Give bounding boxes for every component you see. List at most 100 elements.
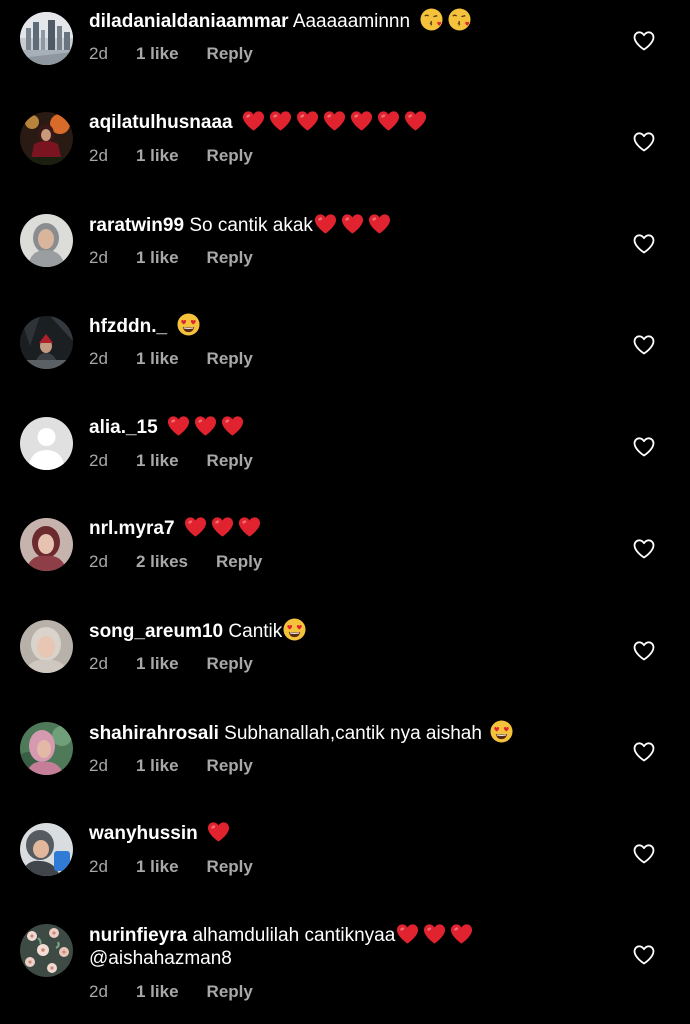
- avatar[interactable]: [20, 722, 73, 775]
- comment-meta: 2d 1 like Reply: [89, 450, 253, 472]
- comment-username[interactable]: wanyhussin: [89, 823, 198, 844]
- avatar[interactable]: [20, 12, 73, 65]
- avatar-image: [20, 518, 73, 571]
- comment-likes[interactable]: 2 likes: [136, 551, 188, 573]
- red-heart-emoji: [341, 214, 363, 234]
- comment-likes[interactable]: 1 like: [136, 348, 179, 370]
- red-heart-emoji: [424, 924, 446, 944]
- comment-username[interactable]: aqilatulhusnaaa: [89, 112, 233, 133]
- avatar[interactable]: [20, 112, 73, 165]
- avatar[interactable]: [20, 214, 73, 267]
- like-heart-icon[interactable]: [632, 943, 656, 967]
- red-heart-emoji: [242, 111, 264, 131]
- comment-text-line: nurinfieyra alhamdulilah cantiknyaa: [89, 923, 610, 948]
- avatar-image: [20, 722, 73, 775]
- comment-text: Subhanallah,cantik nya aishah: [224, 723, 482, 744]
- comment-text-line: aqilatulhusnaaa: [89, 110, 610, 135]
- comment-username[interactable]: diladanialdaniaammar: [89, 11, 289, 32]
- comment-item: nrl.myra7 2d 2 likes Reply: [0, 505, 690, 606]
- like-heart-icon[interactable]: [632, 232, 656, 256]
- comment-username[interactable]: alia._15: [89, 417, 158, 438]
- avatar[interactable]: [20, 823, 73, 876]
- red-heart-emoji: [221, 416, 243, 436]
- reply-button[interactable]: Reply: [207, 450, 253, 472]
- comment-likes[interactable]: 1 like: [136, 981, 179, 1003]
- red-heart-emoji: [377, 111, 399, 131]
- like-heart-icon[interactable]: [632, 639, 656, 663]
- avatar-image: [20, 112, 73, 165]
- kissing-heart-emoji: [448, 8, 471, 31]
- kissing-heart-emoji: [420, 8, 443, 31]
- like-heart-icon[interactable]: [632, 333, 656, 357]
- comment-text-line: shahirahrosali Subhanallah,cantik nya ai…: [89, 720, 610, 746]
- comment-item: wanyhussin 2d 1 like Reply: [0, 808, 690, 909]
- comment-meta: 2d 1 like Reply: [89, 856, 253, 878]
- comment-text-line: hfzddn._: [89, 313, 610, 339]
- comment-likes[interactable]: 1 like: [136, 450, 179, 472]
- comment-username[interactable]: shahirahrosali: [89, 723, 219, 744]
- comment-time: 2d: [89, 451, 108, 470]
- avatar[interactable]: [20, 620, 73, 673]
- comment-likes[interactable]: 1 like: [136, 145, 179, 167]
- red-heart-emoji: [296, 111, 318, 131]
- comment-time: 2d: [89, 982, 108, 1001]
- reply-button[interactable]: Reply: [207, 247, 253, 269]
- comment-item: alia._15 2d 1 like Reply: [0, 404, 690, 505]
- red-heart-emoji: [314, 214, 336, 234]
- avatar[interactable]: [20, 316, 73, 369]
- like-heart-icon[interactable]: [632, 842, 656, 866]
- reply-button[interactable]: Reply: [207, 981, 253, 1003]
- comment-username[interactable]: song_areum10: [89, 621, 223, 642]
- comment-likes[interactable]: 1 like: [136, 653, 179, 675]
- comment-item: hfzddn._ 2d 1 like Reply: [0, 303, 690, 404]
- red-heart-emoji: [323, 111, 345, 131]
- red-heart-emoji: [397, 924, 419, 944]
- comment-username[interactable]: hfzddn._: [89, 316, 167, 337]
- reply-button[interactable]: Reply: [207, 43, 253, 65]
- red-heart-emoji: [451, 924, 473, 944]
- comment-meta: 2d 1 like Reply: [89, 348, 253, 370]
- comment-username[interactable]: nrl.myra7: [89, 518, 175, 539]
- like-heart-icon[interactable]: [632, 435, 656, 459]
- like-heart-icon[interactable]: [632, 29, 656, 53]
- red-heart-emoji: [238, 517, 260, 537]
- avatar-image: [20, 924, 73, 977]
- heart-eyes-emoji: [177, 313, 200, 336]
- comment-username[interactable]: raratwin99: [89, 215, 184, 236]
- avatar[interactable]: [20, 518, 73, 571]
- comment-mention[interactable]: @aishahazman8: [89, 948, 232, 969]
- comment-likes[interactable]: 1 like: [136, 247, 179, 269]
- reply-button[interactable]: Reply: [207, 348, 253, 370]
- comment-item: aqilatulhusnaaa 2d 1 like Reply: [0, 101, 690, 202]
- comment-text: alhamdulilah cantiknyaa: [192, 925, 396, 946]
- like-heart-icon[interactable]: [632, 537, 656, 561]
- comment-likes[interactable]: 1 like: [136, 43, 179, 65]
- comment-meta: 2d 1 like Reply: [89, 247, 253, 269]
- heart-eyes-emoji: [490, 720, 513, 743]
- comment-item: nurinfieyra alhamdulilah cantiknyaa @ais…: [0, 909, 690, 1024]
- avatar-image: [20, 417, 73, 470]
- comment-item: song_areum10 Cantik 2d 1 like Reply: [0, 606, 690, 707]
- avatar[interactable]: [20, 924, 73, 977]
- comment-text: Cantik: [228, 621, 283, 642]
- comment-item: raratwin99 So cantik akak 2d 1 like Reply: [0, 202, 690, 303]
- comment-time: 2d: [89, 146, 108, 165]
- like-heart-icon[interactable]: [632, 130, 656, 154]
- red-heart-emoji: [211, 517, 233, 537]
- comment-item: diladanialdaniaammar Aaaaaaminnn 2d 1 lik…: [0, 0, 690, 101]
- reply-button[interactable]: Reply: [207, 145, 253, 167]
- reply-button[interactable]: Reply: [207, 856, 253, 878]
- comment-text-line: diladanialdaniaammar Aaaaaaminnn: [89, 8, 610, 34]
- reply-button[interactable]: Reply: [216, 551, 262, 573]
- comment-likes[interactable]: 1 like: [136, 856, 179, 878]
- avatar[interactable]: [20, 417, 73, 470]
- comment-username[interactable]: nurinfieyra: [89, 925, 187, 946]
- comment-text: So cantik akak: [189, 215, 313, 236]
- reply-button[interactable]: Reply: [207, 653, 253, 675]
- reply-button[interactable]: Reply: [207, 755, 253, 777]
- comment-meta: 2d 1 like Reply: [89, 145, 253, 167]
- like-heart-icon[interactable]: [632, 740, 656, 764]
- comment-likes[interactable]: 1 like: [136, 755, 179, 777]
- red-heart-emoji: [194, 416, 216, 436]
- red-heart-emoji: [167, 416, 189, 436]
